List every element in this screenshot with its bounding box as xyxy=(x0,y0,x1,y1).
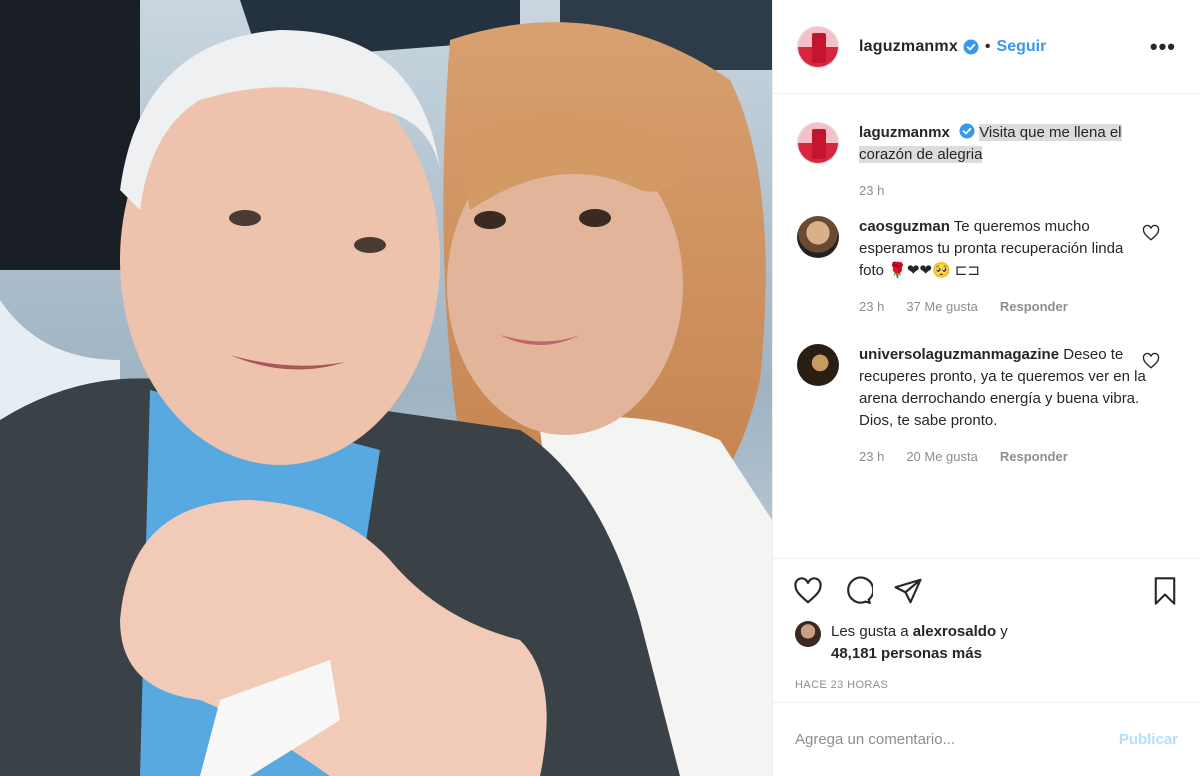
likes-count[interactable]: 48,181 personas más xyxy=(831,645,982,662)
commenter-avatar[interactable] xyxy=(797,344,839,386)
caption-time[interactable]: 23 h xyxy=(859,180,884,202)
like-comment-heart-icon[interactable] xyxy=(1142,352,1160,370)
selfie-illustration xyxy=(0,0,772,776)
comment-meta: 23 h 20 Me gusta Responder xyxy=(859,446,1149,468)
like-comment-heart-icon[interactable] xyxy=(1142,224,1160,242)
caption-username[interactable]: laguzmanmx xyxy=(859,124,950,141)
comment-input[interactable] xyxy=(795,731,1119,748)
post-timestamp[interactable]: HACE 23 HORAS xyxy=(795,679,1182,691)
verified-badge-icon xyxy=(959,123,975,139)
likes-summary: Les gusta a alexrosaldo y 48,181 persona… xyxy=(791,621,1182,665)
comment-username[interactable]: universolaguzmanmagazine xyxy=(859,346,1059,363)
reply-button[interactable]: Responder xyxy=(1000,446,1068,468)
likes-text: Les gusta a alexrosaldo y 48,181 persona… xyxy=(831,621,1008,665)
share-paper-plane-icon[interactable] xyxy=(891,574,925,608)
verified-badge-icon xyxy=(963,39,979,54)
comment-likes[interactable]: 20 Me gusta xyxy=(906,446,978,468)
comment-body: universolaguzmanmagazine Deseo te recupe… xyxy=(859,344,1149,468)
comment-time[interactable]: 23 h xyxy=(859,446,884,468)
comment-body: caosguzman Te queremos mucho esperamos t… xyxy=(859,216,1149,318)
caption-avatar[interactable] xyxy=(797,122,839,164)
liker-username[interactable]: alexrosaldo xyxy=(913,623,996,640)
liker-avatar[interactable] xyxy=(795,621,821,647)
comment-item: universolaguzmanmagazine Deseo te recupe… xyxy=(797,344,1176,468)
post-photo[interactable] xyxy=(0,0,772,776)
likes-suffix: y xyxy=(996,623,1008,640)
more-options-icon[interactable]: ••• xyxy=(1150,35,1176,58)
post-header: laguzmanmx • Seguir ••• xyxy=(773,0,1200,94)
follow-button[interactable]: Seguir xyxy=(997,38,1047,56)
publish-button[interactable]: Publicar xyxy=(1119,731,1178,748)
reply-button[interactable]: Responder xyxy=(1000,296,1068,318)
caption-meta: 23 h xyxy=(859,180,1169,202)
caption-body: laguzmanmx Visita que me llena el corazó… xyxy=(859,122,1169,202)
commenter-avatar[interactable] xyxy=(797,216,839,258)
save-bookmark-icon[interactable] xyxy=(1148,574,1182,608)
post-side-panel: laguzmanmx • Seguir ••• laguzmanmx Visit… xyxy=(772,0,1200,776)
comment-likes[interactable]: 37 Me gusta xyxy=(906,296,978,318)
add-comment-bar: Publicar xyxy=(773,702,1200,776)
author-username[interactable]: laguzmanmx xyxy=(859,38,958,56)
author-avatar[interactable] xyxy=(797,25,839,68)
caption: laguzmanmx Visita que me llena el corazó… xyxy=(797,122,1176,202)
post-actions: Les gusta a alexrosaldo y 48,181 persona… xyxy=(773,558,1200,691)
action-icons xyxy=(791,573,1182,609)
comments-list[interactable]: laguzmanmx Visita que me llena el corazó… xyxy=(773,94,1200,558)
comment-meta: 23 h 37 Me gusta Responder xyxy=(859,296,1149,318)
likes-prefix: Les gusta a xyxy=(831,623,913,640)
comment-bubble-icon[interactable] xyxy=(841,574,875,608)
comment-item: caosguzman Te queremos mucho esperamos t… xyxy=(797,216,1176,318)
separator-dot: • xyxy=(984,37,991,55)
comment-time[interactable]: 23 h xyxy=(859,296,884,318)
comment-username[interactable]: caosguzman xyxy=(859,218,950,235)
like-heart-icon[interactable] xyxy=(791,574,825,608)
